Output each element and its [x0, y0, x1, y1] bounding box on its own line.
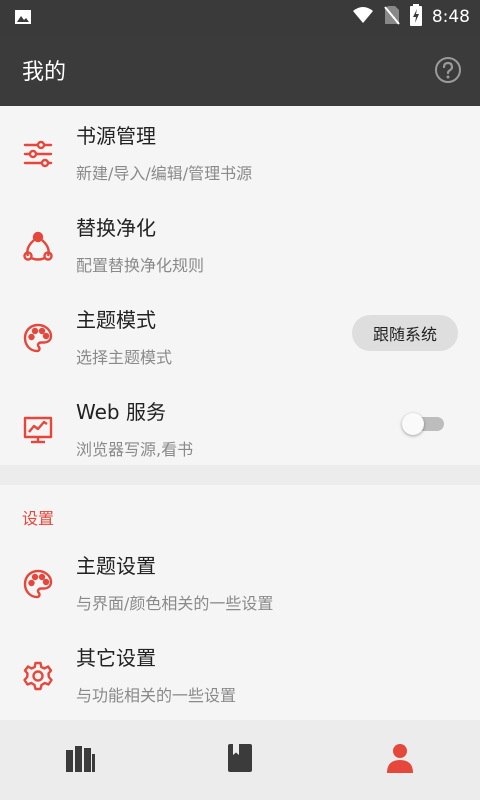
no-sim-icon	[384, 5, 400, 29]
triangle-nodes-icon	[22, 230, 54, 262]
item-title: 书源管理	[76, 124, 156, 148]
clock: 8:48	[431, 7, 470, 27]
item-subtitle: 配置替换净化规则	[76, 256, 205, 275]
item-title: 替换净化	[76, 216, 156, 240]
nav-bookshelf[interactable]	[0, 720, 160, 800]
item-subtitle: 新建/导入/编辑/管理书源	[76, 164, 253, 183]
item-subtitle: 与功能相关的一些设置	[76, 686, 237, 705]
item-title: 主题模式	[76, 308, 156, 332]
wifi-icon	[352, 6, 374, 28]
web-service-switch[interactable]	[402, 413, 444, 435]
nav-my[interactable]	[320, 720, 480, 800]
gear-icon	[22, 660, 54, 692]
person-icon	[386, 743, 414, 777]
menu-item-replace-rules[interactable]: 替换净化 配置替换净化规则	[0, 198, 480, 290]
book-icon	[227, 743, 253, 777]
nav-explore[interactable]	[160, 720, 320, 800]
help-circle-icon[interactable]	[434, 56, 462, 88]
item-subtitle: 浏览器写源,看书	[76, 440, 194, 459]
item-subtitle: 与界面/颜色相关的一些设置	[76, 594, 274, 613]
image-icon	[14, 8, 32, 30]
section-divider	[0, 465, 480, 485]
sliders-icon	[22, 138, 54, 170]
menu-item-theme-settings[interactable]: 主题设置 与界面/颜色相关的一些设置	[0, 536, 480, 628]
menu-item-book-source[interactable]: 书源管理 新建/导入/编辑/管理书源	[0, 106, 480, 198]
palette-icon	[22, 322, 54, 354]
item-title: 其它设置	[76, 646, 156, 670]
switch-thumb	[402, 413, 424, 435]
battery-charging-icon	[409, 4, 422, 30]
status-bar: 8:48	[0, 0, 480, 34]
bottom-navigation	[0, 720, 480, 800]
bookshelf-icon	[65, 744, 95, 776]
monitor-icon	[22, 414, 54, 446]
section-title-settings: 设置	[22, 509, 55, 528]
menu-item-other-settings[interactable]: 其它设置 与功能相关的一些设置	[0, 628, 480, 720]
item-title: 主题设置	[76, 554, 156, 578]
theme-mode-chip[interactable]: 跟随系统	[352, 315, 458, 351]
app-bar: 我的	[0, 34, 480, 106]
palette-icon	[22, 568, 54, 600]
item-subtitle: 选择主题模式	[76, 348, 173, 367]
item-title: Web 服务	[76, 400, 166, 424]
page-title: 我的	[22, 60, 67, 85]
